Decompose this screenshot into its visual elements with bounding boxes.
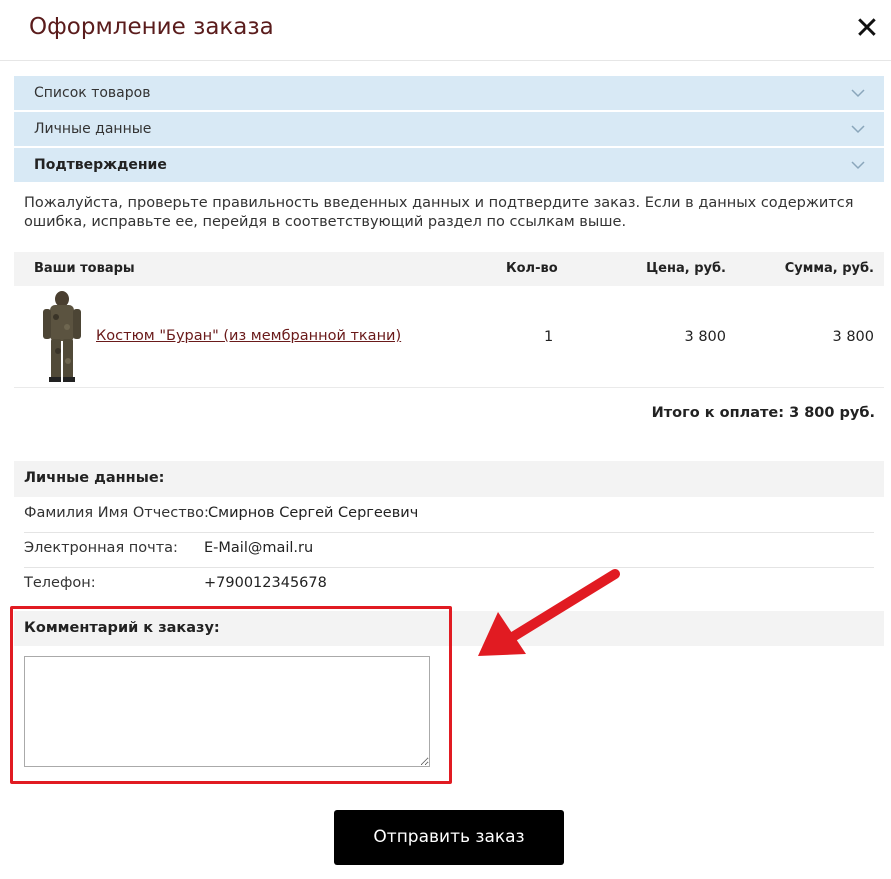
product-qty: 1 bbox=[544, 329, 554, 345]
modal-header: Оформление заказа ✕ bbox=[0, 0, 891, 61]
column-header-qty: Кол-во bbox=[506, 261, 558, 276]
chevron-down-icon bbox=[851, 161, 865, 170]
column-header-sum: Сумма, руб. bbox=[784, 261, 874, 276]
product-sum: 3 800 bbox=[832, 329, 874, 345]
close-icon[interactable]: ✕ bbox=[853, 14, 881, 44]
page-title: Оформление заказа bbox=[29, 14, 274, 40]
submit-order-button[interactable]: Отправить заказ bbox=[334, 810, 564, 865]
personal-data-row-phone: Телефон: +790012345678 bbox=[24, 567, 874, 602]
field-label: Электронная почта: bbox=[24, 540, 178, 556]
field-value: Смирнов Сергей Сергеевич bbox=[208, 505, 419, 521]
accordion-label: Подтверждение bbox=[34, 157, 167, 173]
personal-data-title: Личные данные: bbox=[24, 470, 165, 486]
personal-data-row-email: Электронная почта: E-Mail@mail.ru bbox=[24, 532, 874, 568]
personal-data-heading: Личные данные: bbox=[14, 461, 884, 497]
column-header-price: Цена, руб. bbox=[646, 261, 726, 276]
accordion-item-confirmation[interactable]: Подтверждение bbox=[14, 148, 884, 182]
accordion-label: Личные данные bbox=[34, 121, 152, 137]
field-value: +790012345678 bbox=[204, 575, 327, 591]
suit-image bbox=[43, 291, 81, 382]
personal-data-row-name: Фамилия Имя Отчество: Смирнов Сергей Сер… bbox=[24, 497, 874, 533]
confirmation-note: Пожалуйста, проверьте правильность введе… bbox=[24, 195, 854, 230]
accordion-item-personal[interactable]: Личные данные bbox=[14, 112, 884, 146]
table-row: Костюм "Буран" (из мембранной ткани) 1 3… bbox=[14, 287, 884, 388]
column-header-product: Ваши товары bbox=[34, 261, 135, 276]
chevron-down-icon bbox=[851, 89, 865, 98]
field-label: Фамилия Имя Отчество: bbox=[24, 505, 209, 521]
product-price: 3 800 bbox=[684, 329, 726, 345]
highlight-box bbox=[10, 606, 452, 784]
order-total: Итого к оплате: 3 800 руб. bbox=[651, 405, 875, 421]
field-label: Телефон: bbox=[24, 575, 96, 591]
accordion-label: Список товаров bbox=[34, 85, 151, 101]
red-arrow-annotation bbox=[478, 569, 620, 656]
product-link[interactable]: Костюм "Буран" (из мембранной ткани) bbox=[96, 328, 401, 344]
accordion-item-products[interactable]: Список товаров bbox=[14, 76, 884, 110]
chevron-down-icon bbox=[851, 125, 865, 134]
table-header: Ваши товары Кол-во Цена, руб. Сумма, руб… bbox=[14, 252, 884, 286]
field-value: E-Mail@mail.ru bbox=[204, 540, 314, 556]
